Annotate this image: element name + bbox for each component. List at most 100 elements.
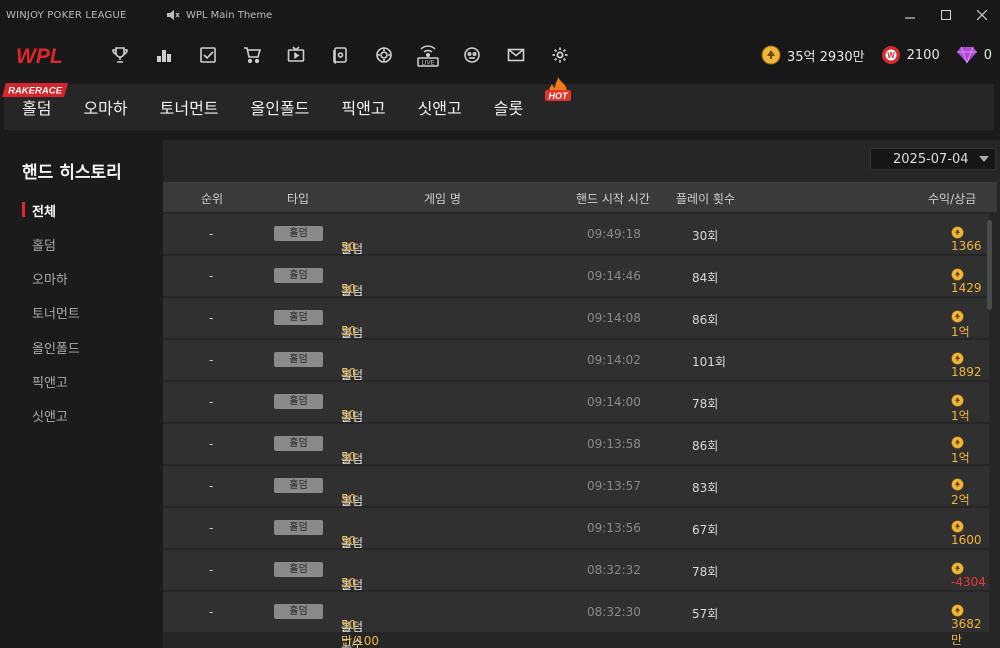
row-profit: -4304만 2849 [951,562,986,620]
sidebar-item-omaha[interactable]: 오마하 [32,269,68,288]
tab-slot[interactable]: 슬롯 [494,95,523,119]
row-rank: - [209,563,214,577]
minimize-button[interactable] [892,0,928,30]
gold-amount: 35억 2930만 [786,49,865,65]
wpl-logo[interactable]: WPL [14,41,78,69]
row-start-time: 09:14:46 [587,269,641,283]
profile-button[interactable] [450,35,494,75]
minimize-icon [905,17,915,19]
table-row[interactable]: -홀덤홀덤 고수 [20] 50만/100만09:14:4684회1429만 3… [163,256,989,330]
sidebar-item-tournament[interactable]: 토너먼트 [32,303,80,322]
table-row[interactable]: -홀덤홀덤 고수 [18] 50만/100만08:32:3278회-4304만 … [163,550,989,624]
app-name: WINJOY POKER LEAGUE [6,9,127,21]
chip-button[interactable] [362,35,406,75]
face-icon [464,47,480,63]
chip-balance[interactable]: W 2100 [881,45,940,65]
sidebar-item-all[interactable]: 전체 [32,201,56,220]
gem-icon [956,46,977,64]
table-row[interactable]: -홀덤홀덤 고수 [22] 50만/100만09:14:02101회1892만 … [163,340,989,414]
mission-button[interactable] [186,35,230,75]
row-type-badge: 홀덤 [274,478,323,493]
gold-coin-icon [951,604,964,617]
row-type-badge: 홀덤 [274,226,323,241]
row-play-count: 86회 [692,313,719,327]
header-rank: 순위 [201,192,224,206]
close-button[interactable] [964,0,1000,30]
row-profit: 1366만 8960 [951,226,982,284]
row-play-count: 67회 [692,523,719,537]
row-stake: 50만/100만 [341,618,379,648]
row-rank: - [209,479,214,493]
live-button[interactable]: LIVE [406,35,450,75]
tab-tournament[interactable]: 토너먼트 [160,95,219,119]
svg-text:WPL: WPL [16,45,63,68]
game-tabs: 홀덤 오마하 토너먼트 올인폴드 픽앤고 싯앤고 슬롯 [4,84,994,130]
checklist-icon [200,47,216,63]
app-window: WINJOY POKER LEAGUE WPL Main Theme WPL L… [0,0,1000,648]
scrollbar-thumb[interactable] [987,220,992,310]
sidebar: 핸드 히스토리 전체 홀덤 오마하 토너먼트 올인폴드 픽앤고 싯앤고 [0,134,160,648]
svg-text:RAKERACE: RAKERACE [8,86,63,97]
gold-coin-icon [951,394,964,407]
tab-pick-and-go[interactable]: 픽앤고 [341,95,385,119]
table-row[interactable]: -홀덤홀덤 고수 [19] 50만/100만09:13:5886회1억 2909… [163,424,989,498]
close-icon [977,10,987,20]
tab-omaha[interactable]: 오마하 [83,95,127,119]
settings-button[interactable] [538,35,582,75]
shop-button[interactable] [230,35,274,75]
sidebar-item-holdem[interactable]: 홀덤 [32,235,56,254]
toolbar-icons: LIVE [98,35,582,75]
header-profit: 수익/상금 [928,192,977,206]
table-row[interactable]: -홀덤홀덤 고수 [20] 50만/100만08:32:3057회3682만 9… [163,592,989,648]
speaker-mute-icon[interactable] [166,9,180,21]
tv-icon [287,46,305,62]
top-toolbar: WPL LIVE 35억 2930만 W 2100 0 [0,30,1000,80]
table-row[interactable]: -홀덤홀덤 고수 [15] 50만/100만09:13:5667회1600만 2… [163,508,989,582]
music-player[interactable]: WPL Main Theme [166,9,272,21]
row-profit: 1600만 2748 [951,520,982,578]
date-select[interactable]: 2025-07-04 [870,148,996,170]
gold-coin-icon [951,520,964,533]
chart-icon [157,50,171,62]
sidebar-item-allin-fold[interactable]: 올인폴드 [32,338,80,357]
tab-holdem[interactable]: 홀덤 [22,95,51,119]
w-chip-icon: W [881,46,900,64]
mail-button[interactable] [494,35,538,75]
sidebar-item-sit-and-go[interactable]: 싯앤고 [32,406,68,425]
table-header: 순위 타입 게임 명 핸드 시작 시간 플레이 횟수 수익/상금 [163,182,997,212]
header-play-count: 플레이 횟수 [676,192,736,206]
row-type-badge: 홀덤 [274,268,323,283]
maximize-button[interactable] [928,0,964,30]
tv-button[interactable] [274,35,318,75]
table-row[interactable]: -홀덤홀덤 고수 [18] 50만/100만09:49:1830회1366만 8… [163,214,989,288]
row-rank: - [209,605,214,619]
row-type-badge: 홀덤 [274,352,323,367]
hot-badge: HOT [545,77,571,101]
row-start-time: 09:14:02 [587,353,641,367]
music-title: WPL Main Theme [186,9,273,21]
gem-balance[interactable]: 0 [956,46,992,64]
row-rank: - [209,269,214,283]
gold-coin-icon [951,562,964,575]
gold-coin-icon [951,268,964,281]
gold-coin-icon [951,478,964,491]
sidebar-title: 핸드 히스토리 [22,163,122,183]
table-row[interactable]: -홀덤홀덤 고수 [23] 50만/100만09:14:0886회1억 3349… [163,298,989,372]
row-rank: - [209,311,214,325]
table-row[interactable]: -홀덤홀덤 고수 [17] 50만/100만09:13:5783회2억 1076… [163,466,989,540]
live-icon: LIVE [417,45,439,67]
tab-sit-and-go[interactable]: 싯앤고 [418,95,462,119]
ranking-button[interactable] [142,35,186,75]
row-type-badge: 홀덤 [274,436,323,451]
cards-icon [333,47,347,64]
row-start-time: 09:49:18 [587,227,641,241]
table-row[interactable]: -홀덤홀덤 고수 [27] 50만/100만09:14:0078회1억 1437… [163,382,989,456]
mail-icon [507,48,525,62]
cards-button[interactable] [318,35,362,75]
gold-balance[interactable]: 35억 2930만 [761,45,865,65]
trophy-button[interactable] [98,35,142,75]
row-play-count: 57회 [692,607,719,621]
sidebar-item-pick-and-go[interactable]: 픽앤고 [32,372,68,391]
row-play-count: 78회 [692,397,719,411]
tab-allin-fold[interactable]: 올인폴드 [251,95,310,119]
